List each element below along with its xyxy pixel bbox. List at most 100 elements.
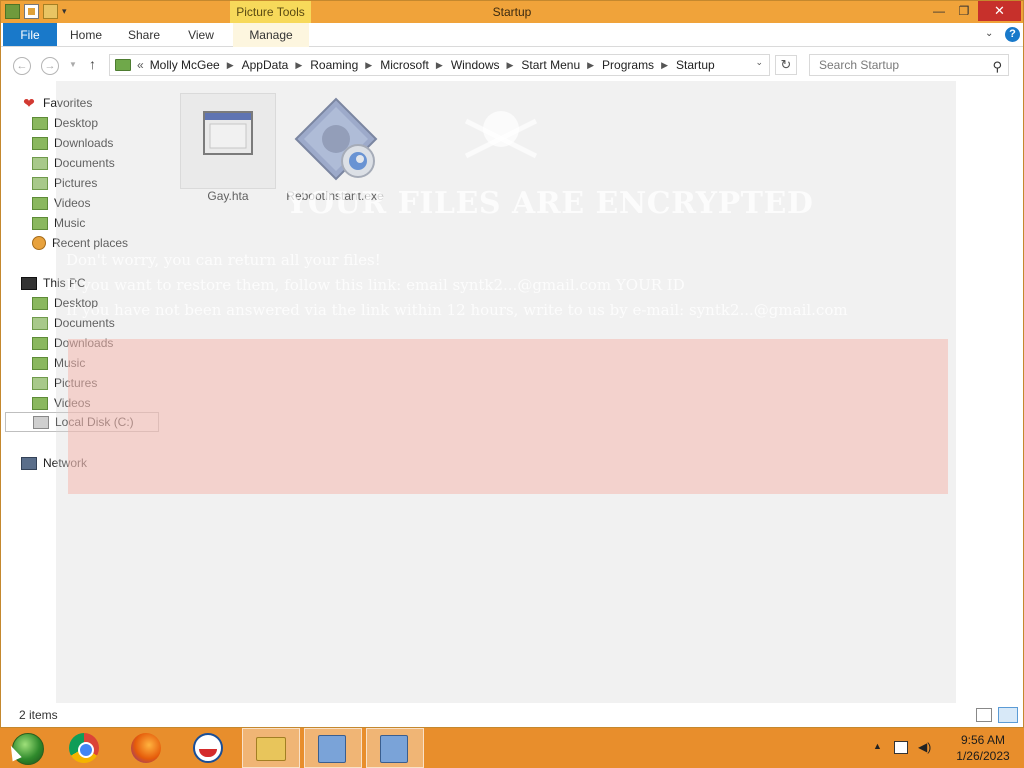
breadcrumb-item[interactable]: Start Menu <box>521 58 580 72</box>
nav-fav-music[interactable]: Music <box>32 213 85 233</box>
file-list-pane[interactable]: Gay.hta RebootInstant.exe <box>171 83 1023 703</box>
nav-label: Videos <box>54 396 91 410</box>
help-icon[interactable]: ? <box>1005 27 1020 42</box>
nav-fav-downloads[interactable]: Downloads <box>32 133 113 153</box>
address-bar[interactable]: « Molly McGee ▶ AppData ▶ Roaming ▶ Microso… <box>109 54 770 76</box>
breadcrumb-item[interactable]: Roaming <box>310 58 358 72</box>
clock-time: 9:56 AM <box>960 733 1006 747</box>
explorer-window: ▾ Picture Tools Startup — ❐ ✕ File Home … <box>0 0 1024 728</box>
breadcrumb-item[interactable]: Molly McGee <box>150 58 220 72</box>
nav-label: Documents <box>54 156 115 170</box>
chevron-right-icon[interactable]: ▶ <box>227 60 234 71</box>
file-item-rebootinstant-exe[interactable] <box>287 95 383 190</box>
breadcrumb-item[interactable]: Programs <box>602 58 654 72</box>
breadcrumb-overflow[interactable]: « <box>137 58 144 72</box>
show-hidden-icons-icon[interactable]: ▲ <box>873 741 882 751</box>
volume-icon[interactable]: ◀) <box>918 740 931 754</box>
hard-drive-icon <box>33 415 49 429</box>
breadcrumb-item[interactable]: Microsoft <box>380 58 429 72</box>
nav-label: Downloads <box>54 336 114 350</box>
maximize-button[interactable]: ❐ <box>951 1 977 21</box>
chevron-right-icon[interactable]: ▶ <box>587 60 594 71</box>
tab-manage[interactable]: Manage <box>233 23 309 47</box>
nav-fav-recent-places[interactable]: Recent places <box>32 233 128 253</box>
nav-label: This PC <box>43 276 86 290</box>
taskbar-chrome[interactable] <box>56 728 114 768</box>
close-button[interactable]: ✕ <box>978 1 1021 21</box>
network-icon <box>21 456 37 470</box>
forward-button[interactable]: → <box>41 57 59 75</box>
obama-logo-icon <box>193 733 223 763</box>
action-center-flag-icon[interactable] <box>894 741 908 754</box>
taskbar-app-1[interactable] <box>304 728 362 768</box>
nav-this-pc[interactable]: This PC <box>21 273 86 293</box>
nav-pc-documents[interactable]: Documents <box>32 313 115 333</box>
nav-pc-pictures[interactable]: Pictures <box>32 373 97 393</box>
navigation-bar: ← → ▼ ↑ « Molly McGee ▶ AppData ▶ Roaming ▶… <box>1 48 1023 82</box>
taskbar-obama-app[interactable] <box>180 728 238 768</box>
taskbar-app-2[interactable] <box>366 728 424 768</box>
minimize-button[interactable]: — <box>926 1 952 21</box>
taskbar-firefox[interactable] <box>118 728 176 768</box>
nav-pc-music[interactable]: Music <box>32 353 85 373</box>
clock[interactable]: 9:56 AM 1/26/2023 <box>942 732 1024 764</box>
breadcrumb-item[interactable]: Windows <box>451 58 500 72</box>
nav-fav-videos[interactable]: Videos <box>32 193 90 213</box>
qat-customize-icon[interactable]: ▾ <box>62 4 74 19</box>
documents-folder-icon <box>32 156 48 170</box>
nav-fav-desktop[interactable]: Desktop <box>32 113 98 133</box>
quick-access-toolbar: ▾ <box>5 4 74 19</box>
title-bar[interactable]: ▾ Picture Tools Startup — ❐ ✕ <box>1 1 1023 23</box>
nav-pc-local-disk[interactable]: Local Disk (C:) <box>5 412 159 432</box>
chevron-right-icon[interactable]: ▶ <box>436 60 443 71</box>
status-bar: 2 items <box>1 703 1023 727</box>
ribbon-tabs: File Home Share View Manage ⌄ ? <box>1 23 1023 47</box>
details-view-icon[interactable] <box>976 708 992 722</box>
properties-icon[interactable] <box>24 4 39 19</box>
new-folder-icon[interactable] <box>43 4 58 19</box>
navigation-pane: ❤ Favorites Desktop Downloads Documents … <box>1 83 171 703</box>
file-name: RebootInstant.exe <box>286 189 384 203</box>
back-button[interactable]: ← <box>13 57 31 75</box>
chevron-right-icon[interactable]: ▶ <box>365 60 372 71</box>
nav-fav-pictures[interactable]: Pictures <box>32 173 97 193</box>
nav-network[interactable]: Network <box>21 453 87 473</box>
up-button[interactable]: ↑ <box>89 56 96 72</box>
recent-locations-icon[interactable]: ▼ <box>69 60 77 69</box>
chevron-right-icon[interactable]: ▶ <box>507 60 514 71</box>
tab-file[interactable]: File <box>3 23 57 46</box>
search-icon[interactable]: ⚲ <box>992 57 1002 77</box>
nav-label: Desktop <box>54 116 99 130</box>
downloads-folder-icon <box>32 136 48 150</box>
pictures-folder-icon <box>32 376 48 390</box>
chevron-right-icon[interactable]: ▶ <box>295 60 302 71</box>
desktop-folder-icon <box>32 116 48 130</box>
nav-pc-downloads[interactable]: Downloads <box>32 333 113 353</box>
chevron-down-icon[interactable]: ⌄ <box>985 28 993 39</box>
nav-label: Pictures <box>54 376 98 390</box>
tab-share[interactable]: Share <box>123 23 165 47</box>
nav-pc-videos[interactable]: Videos <box>32 393 90 413</box>
address-history-dropdown[interactable]: ⌄ <box>755 57 763 68</box>
recent-places-icon <box>32 236 46 250</box>
large-icons-view-icon[interactable] <box>998 707 1018 723</box>
desktop-folder-icon <box>32 296 48 310</box>
search-input[interactable]: Search Startup ⚲ <box>809 54 1009 76</box>
computer-icon <box>21 276 37 290</box>
file-item-gay-hta[interactable] <box>180 93 276 189</box>
exe-gear-icon <box>294 97 378 181</box>
clock-date: 1/26/2023 <box>956 749 1010 763</box>
chevron-right-icon[interactable]: ▶ <box>661 60 668 71</box>
tab-home[interactable]: Home <box>66 23 106 47</box>
nav-label: Downloads <box>54 136 114 150</box>
setup-program-icon <box>380 735 408 763</box>
window-title: Startup <box>492 5 532 19</box>
nav-fav-documents[interactable]: Documents <box>32 153 115 173</box>
refresh-button[interactable]: ↻ <box>775 55 797 75</box>
breadcrumb-item-current[interactable]: Startup <box>676 58 715 72</box>
nav-favorites[interactable]: ❤ Favorites <box>21 93 92 113</box>
breadcrumb-item[interactable]: AppData <box>242 58 289 72</box>
nav-pc-desktop[interactable]: Desktop <box>32 293 98 313</box>
taskbar-file-explorer[interactable] <box>242 728 300 768</box>
tab-view[interactable]: View <box>183 23 219 47</box>
